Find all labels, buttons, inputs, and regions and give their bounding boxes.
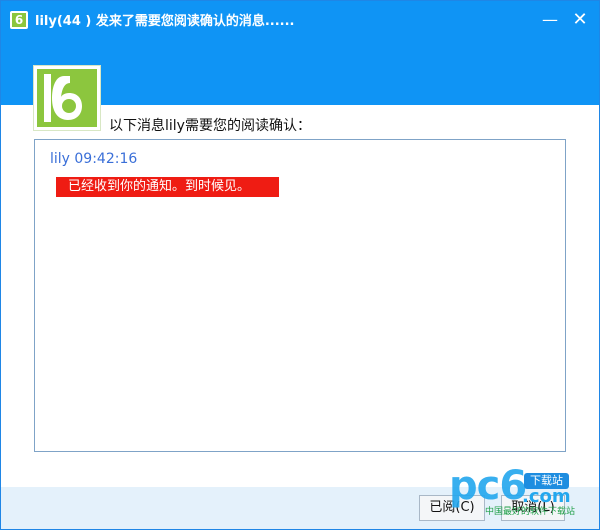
pc6-logo-icon [33, 65, 101, 131]
message-header: lily 09:42:16 [50, 151, 138, 167]
watermark-slogan: 中国最好的软件下载站 [485, 507, 576, 517]
read-confirm-dialog: 6 lily(44 ) 发来了需要您阅读确认的消息...... — ✕ 以下消息… [0, 0, 600, 530]
app-icon: 6 [10, 11, 28, 29]
minimize-button[interactable]: — [537, 7, 563, 33]
message-text: 已经收到你的通知。到时候见。 [56, 177, 279, 197]
logo-six-icon [44, 74, 82, 122]
prompt-label: 以下消息lily需要您的阅读确认： [109, 118, 311, 134]
close-button[interactable]: ✕ [567, 7, 593, 33]
window-title: lily(44 ) 发来了需要您阅读确认的消息...... [35, 14, 295, 29]
app-icon-glyph: 6 [12, 13, 26, 27]
message-area[interactable]: lily 09:42:16 已经收到你的通知。到时候见。 [34, 139, 566, 452]
watermark-pc6: pc6 [449, 463, 527, 509]
